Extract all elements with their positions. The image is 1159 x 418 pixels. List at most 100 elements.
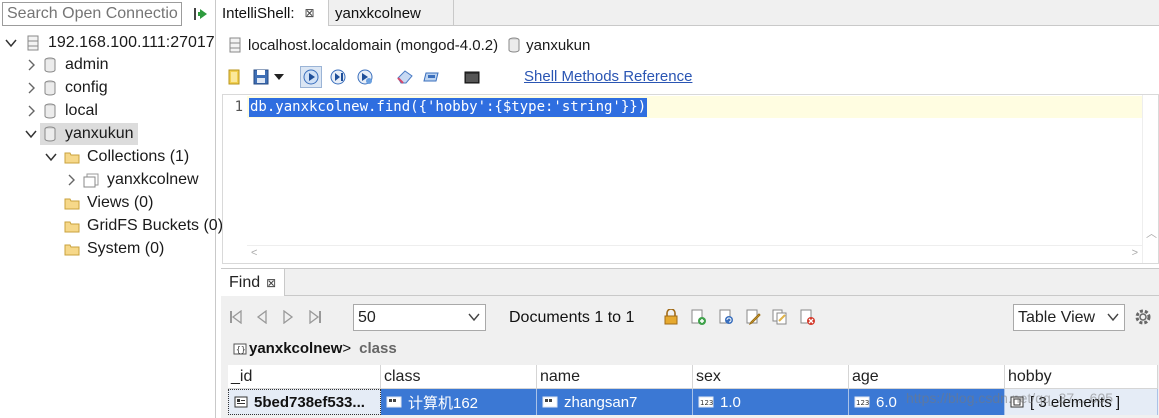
delete-document-button[interactable] xyxy=(797,307,817,327)
tree-gridfs-folder[interactable]: GridFS Buckets (0) xyxy=(64,215,223,237)
line-gutter: 1 xyxy=(223,95,247,263)
result-breadcrumb: {} yanxkcolnew > class xyxy=(233,340,397,357)
tab-find[interactable]: Find ⊠ xyxy=(221,269,286,296)
tree-db-config[interactable]: config xyxy=(24,77,108,99)
folder-icon xyxy=(64,244,80,255)
results-tab-bar: Find ⊠ xyxy=(221,268,1159,296)
chevron-right-icon xyxy=(28,82,35,94)
tree-views-folder[interactable]: Views (0) xyxy=(64,192,153,214)
column-header-hobby[interactable]: hobby xyxy=(1005,365,1158,389)
context-host: localhost.localdomain (mongod-4.0.2) xyxy=(248,36,499,54)
view-mode-value: Table View xyxy=(1018,308,1096,326)
editor-vertical-scrollbar[interactable]: ︿ xyxy=(1142,95,1158,263)
string-type-icon xyxy=(542,396,558,408)
next-page-button[interactable] xyxy=(279,308,297,326)
column-header-class[interactable]: class xyxy=(381,365,537,389)
format-icon xyxy=(423,72,439,82)
save-script-button[interactable] xyxy=(250,66,272,88)
editor-horizontal-scrollbar[interactable]: < > xyxy=(247,245,1142,263)
console-button[interactable] xyxy=(461,66,483,88)
execute-all-button[interactable] xyxy=(300,66,322,88)
scroll-right-icon[interactable]: > xyxy=(1132,247,1138,259)
tab-label: IntelliShell: xyxy=(222,4,295,22)
collapse-left-icon xyxy=(194,8,207,20)
clear-button[interactable] xyxy=(394,66,416,88)
db-label: admin xyxy=(65,56,109,73)
breadcrumb-separator: > xyxy=(342,340,352,357)
prev-page-button[interactable] xyxy=(253,308,271,326)
database-icon xyxy=(44,57,56,73)
tab-intellishell[interactable]: IntelliShell: ⊠ xyxy=(217,0,329,26)
chevron-right-icon xyxy=(28,105,35,117)
connection-context: localhost.localdomain (mongod-4.0.2) yan… xyxy=(228,34,590,56)
edit-document-button[interactable] xyxy=(743,307,763,327)
svg-text:123: 123 xyxy=(700,399,713,407)
svg-text:123: 123 xyxy=(856,399,869,407)
tree-collections-folder[interactable]: Collections (1) xyxy=(44,146,189,168)
tree-system-folder[interactable]: System (0) xyxy=(64,238,164,260)
close-tab-icon[interactable]: ⊠ xyxy=(305,6,315,20)
breadcrumb-collection[interactable]: yanxkcolnew xyxy=(249,340,342,357)
tree-connection[interactable]: 192.168.100.111:27017 xyxy=(4,32,215,54)
query-code[interactable]: db.yanxkcolnew.find({'hobby':{$type:'str… xyxy=(249,98,648,117)
tree-collection-yanxkcolnew[interactable]: yanxkcolnew xyxy=(64,169,199,191)
first-page-button[interactable] xyxy=(227,308,245,326)
breadcrumb-field: class xyxy=(359,340,397,357)
lock-icon xyxy=(664,309,678,325)
cell-value: 6.0 xyxy=(876,393,897,411)
server-icon xyxy=(229,37,241,53)
context-database: yanxukun xyxy=(526,36,591,54)
documents-count: Documents 1 to 1 xyxy=(509,309,635,326)
format-button[interactable] xyxy=(421,66,443,88)
run-icon xyxy=(303,69,319,85)
table-cell-id[interactable]: 5bed738ef533... xyxy=(228,389,381,415)
watermark: https://blog.csdn.net/qq_37... 605 xyxy=(906,390,1114,406)
collapse-panel-button[interactable] xyxy=(188,2,214,26)
database-icon xyxy=(44,80,56,96)
add-document-button[interactable] xyxy=(688,307,708,327)
current-line: db.yanxkcolnew.find({'hobby':{$type:'str… xyxy=(247,96,1142,118)
shell-editor[interactable]: 1 db.yanxkcolnew.find({'hobby':{$type:'s… xyxy=(222,94,1159,264)
folder-icon xyxy=(64,198,80,209)
lock-button[interactable] xyxy=(661,307,681,327)
tree-db-yanxukun[interactable]: yanxukun xyxy=(24,123,138,145)
chevron-down-icon xyxy=(1107,313,1119,322)
last-page-button[interactable] xyxy=(306,308,324,326)
step-icon xyxy=(357,69,373,85)
database-icon xyxy=(44,103,56,119)
tree-db-local[interactable]: local xyxy=(24,100,98,122)
execute-step-button[interactable] xyxy=(354,66,376,88)
open-file-icon xyxy=(228,69,240,85)
column-header-name[interactable]: name xyxy=(537,365,693,389)
scroll-left-icon[interactable]: < xyxy=(251,247,257,259)
save-dropdown-button[interactable] xyxy=(272,66,286,88)
collections-label: Collections (1) xyxy=(87,148,190,165)
scroll-up-icon[interactable]: ︿ xyxy=(1146,225,1157,241)
settings-button[interactable] xyxy=(1134,308,1152,330)
close-tab-icon[interactable]: ⊠ xyxy=(266,276,276,290)
cell-value: 1.0 xyxy=(720,393,741,411)
tab-yanxkcolnew[interactable]: yanxkcolnew xyxy=(330,0,454,26)
table-cell-name[interactable]: zhangsan7 xyxy=(537,389,693,415)
open-script-button[interactable] xyxy=(223,66,245,88)
line-number: 1 xyxy=(234,99,243,115)
dropdown-arrow-icon xyxy=(274,74,284,80)
delete-icon xyxy=(800,309,815,325)
column-header-sex[interactable]: sex xyxy=(693,365,849,389)
column-header-id[interactable]: _id xyxy=(228,365,381,389)
view-mode-select[interactable]: Table View xyxy=(1013,304,1125,331)
refresh-icon xyxy=(719,309,733,324)
tree-db-admin[interactable]: admin xyxy=(24,54,109,76)
refresh-document-button[interactable] xyxy=(716,307,736,327)
add-document-icon xyxy=(691,309,706,325)
search-connections-input[interactable] xyxy=(2,2,182,26)
page-size-select[interactable]: 50 xyxy=(353,304,486,331)
copy-document-button[interactable] xyxy=(770,307,790,327)
column-header-age[interactable]: age xyxy=(849,365,1005,389)
table-cell-sex[interactable]: 123 1.0 xyxy=(693,389,849,415)
chevron-down-icon xyxy=(45,153,57,162)
table-cell-class[interactable]: 计算机162 xyxy=(381,389,537,415)
shell-methods-reference-link[interactable]: Shell Methods Reference xyxy=(524,68,692,85)
database-icon xyxy=(44,126,56,142)
execute-current-button[interactable] xyxy=(327,66,349,88)
